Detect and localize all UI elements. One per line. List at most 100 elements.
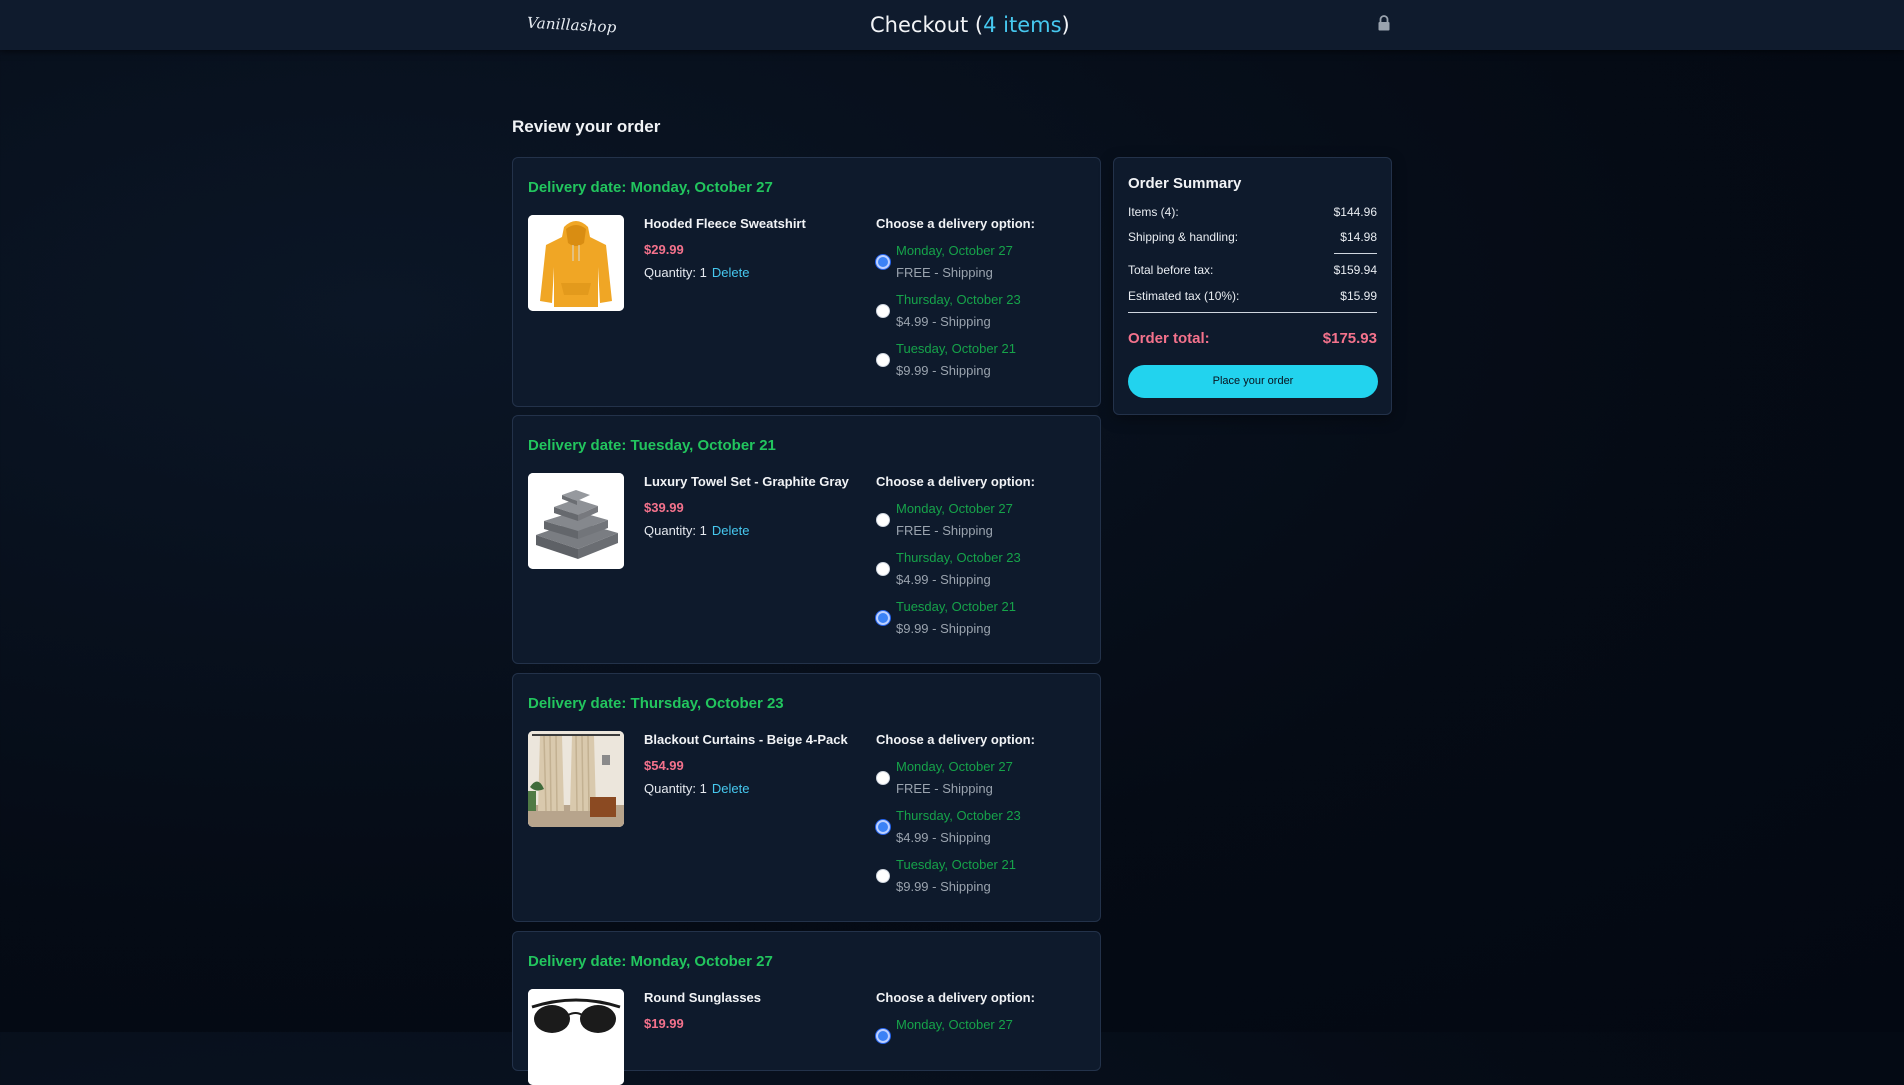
- divider: [1128, 312, 1377, 313]
- radio-button[interactable]: [876, 513, 890, 527]
- option-price: $4.99 - Shipping: [896, 830, 991, 845]
- radio-button[interactable]: [876, 255, 890, 269]
- delivery-date: Delivery date: Monday, October 27: [528, 953, 773, 970]
- quantity-label: Quantity: 1: [644, 523, 707, 538]
- option-date: Tuesday, October 21: [896, 857, 1016, 872]
- product-price: $29.99: [644, 242, 684, 257]
- shipping-row: Shipping & handling: $14.98: [1128, 230, 1377, 244]
- option-price: $9.99 - Shipping: [896, 879, 991, 894]
- option-date: Monday, October 27: [896, 243, 1013, 258]
- quantity: Quantity: 1 Delete: [644, 523, 749, 538]
- radio-button[interactable]: [876, 869, 890, 883]
- option-date: Thursday, October 23: [896, 550, 1021, 565]
- order-total-row: Order total: $175.93: [1128, 330, 1377, 347]
- option-date: Tuesday, October 21: [896, 341, 1016, 356]
- delivery-option[interactable]: Monday, October 27 FREE - Shipping: [876, 759, 1076, 799]
- delivery-date: Delivery date: Thursday, October 23: [528, 695, 784, 712]
- shipping-value: $14.98: [1340, 230, 1377, 244]
- lock-icon: [1378, 15, 1390, 31]
- tax-row: Estimated tax (10%): $15.99: [1128, 289, 1377, 303]
- radio-button[interactable]: [876, 820, 890, 834]
- delivery-option[interactable]: Monday, October 27: [876, 1017, 1076, 1057]
- divider: [1334, 253, 1377, 254]
- option-price: $4.99 - Shipping: [896, 572, 991, 587]
- gray-towels-image: [528, 473, 624, 569]
- order-total-value: $175.93: [1322, 330, 1377, 347]
- place-order-button[interactable]: Place your order: [1128, 365, 1378, 398]
- delivery-option-heading: Choose a delivery option:: [876, 732, 1035, 747]
- order-card: Delivery date: Monday, October 27 Round …: [512, 931, 1101, 1085]
- delivery-option-heading: Choose a delivery option:: [876, 216, 1035, 231]
- delivery-option[interactable]: Tuesday, October 21 $9.99 - Shipping: [876, 341, 1076, 381]
- radio-button[interactable]: [876, 304, 890, 318]
- quantity: Quantity: 1 Delete: [644, 265, 749, 280]
- option-date: Monday, October 27: [896, 501, 1013, 516]
- summary-title: Order Summary: [1128, 175, 1242, 192]
- page-title: Checkout (4 items): [870, 13, 1070, 37]
- product-price: $19.99: [644, 1016, 684, 1031]
- quantity-label: Quantity: 1: [644, 781, 707, 796]
- tax-value: $15.99: [1340, 289, 1377, 303]
- product-name: Blackout Curtains - Beige 4-Pack: [644, 732, 848, 747]
- delivery-option[interactable]: Thursday, October 23 $4.99 - Shipping: [876, 550, 1076, 590]
- delivery-option[interactable]: Tuesday, October 21 $9.99 - Shipping: [876, 857, 1076, 897]
- before-tax-label: Total before tax:: [1128, 263, 1214, 277]
- delivery-option[interactable]: Monday, October 27 FREE - Shipping: [876, 501, 1076, 541]
- product-price: $54.99: [644, 758, 684, 773]
- top-bar: Vanillashop Checkout (4 items): [0, 0, 1904, 50]
- shipping-label: Shipping & handling:: [1128, 230, 1239, 244]
- order-card: Delivery date: Monday, October 27 Hooded…: [512, 157, 1101, 407]
- radio-button[interactable]: [876, 353, 890, 367]
- title-prefix: Checkout (: [870, 13, 984, 37]
- tax-label: Estimated tax (10%):: [1128, 289, 1240, 303]
- order-summary: Order Summary Items (4): $144.96 Shippin…: [1113, 157, 1392, 415]
- before-tax-value: $159.94: [1333, 263, 1377, 277]
- option-date: Thursday, October 23: [896, 808, 1021, 823]
- option-price: $9.99 - Shipping: [896, 621, 991, 636]
- yellow-hoodie-image: [528, 215, 624, 311]
- option-date: Monday, October 27: [896, 1017, 1013, 1032]
- delivery-date: Delivery date: Monday, October 27: [528, 179, 773, 196]
- review-heading: Review your order: [512, 117, 661, 136]
- radio-button[interactable]: [876, 1029, 890, 1043]
- product-name: Luxury Towel Set - Graphite Gray: [644, 474, 849, 489]
- radio-button[interactable]: [876, 771, 890, 785]
- delete-link[interactable]: Delete: [712, 523, 750, 538]
- items-value: $144.96: [1333, 205, 1377, 219]
- delivery-option[interactable]: Thursday, October 23 $4.99 - Shipping: [876, 808, 1076, 848]
- order-card: Delivery date: Tuesday, October 21 Luxur…: [512, 415, 1101, 664]
- quantity-label: Quantity: 1: [644, 265, 707, 280]
- product-name: Hooded Fleece Sweatshirt: [644, 216, 806, 231]
- option-price: $9.99 - Shipping: [896, 363, 991, 378]
- radio-button[interactable]: [876, 562, 890, 576]
- delete-link[interactable]: Delete: [712, 781, 750, 796]
- delivery-date: Delivery date: Tuesday, October 21: [528, 437, 776, 454]
- beige-curtains-image: [528, 731, 624, 827]
- option-price: FREE - Shipping: [896, 265, 993, 280]
- delivery-option[interactable]: Thursday, October 23 $4.99 - Shipping: [876, 292, 1076, 332]
- before-tax-row: Total before tax: $159.94: [1128, 263, 1377, 277]
- title-suffix: ): [1061, 13, 1070, 37]
- option-date: Tuesday, October 21: [896, 599, 1016, 614]
- option-price: FREE - Shipping: [896, 523, 993, 538]
- quantity: Quantity: 1 Delete: [644, 781, 749, 796]
- option-date: Thursday, October 23: [896, 292, 1021, 307]
- items-label: Items (4):: [1128, 205, 1179, 219]
- delete-link[interactable]: Delete: [712, 265, 750, 280]
- order-card: Delivery date: Thursday, October 23 Blac…: [512, 673, 1101, 922]
- product-name: Round Sunglasses: [644, 990, 762, 1005]
- radio-button[interactable]: [876, 611, 890, 625]
- delivery-option[interactable]: Tuesday, October 21 $9.99 - Shipping: [876, 599, 1076, 639]
- delivery-option[interactable]: Monday, October 27 FREE - Shipping: [876, 243, 1076, 283]
- order-total-label: Order total:: [1128, 330, 1210, 347]
- item-count-link[interactable]: 4 items: [983, 13, 1061, 37]
- logo[interactable]: Vanillashop: [527, 14, 617, 37]
- items-row: Items (4): $144.96: [1128, 205, 1377, 219]
- option-date: Monday, October 27: [896, 759, 1013, 774]
- delivery-option-heading: Choose a delivery option:: [876, 474, 1035, 489]
- delivery-option-heading: Choose a delivery option:: [876, 990, 1035, 1005]
- option-price: $4.99 - Shipping: [896, 314, 991, 329]
- product-price: $39.99: [644, 500, 684, 515]
- sunglasses-image: [528, 989, 624, 1085]
- option-price: FREE - Shipping: [896, 781, 993, 796]
